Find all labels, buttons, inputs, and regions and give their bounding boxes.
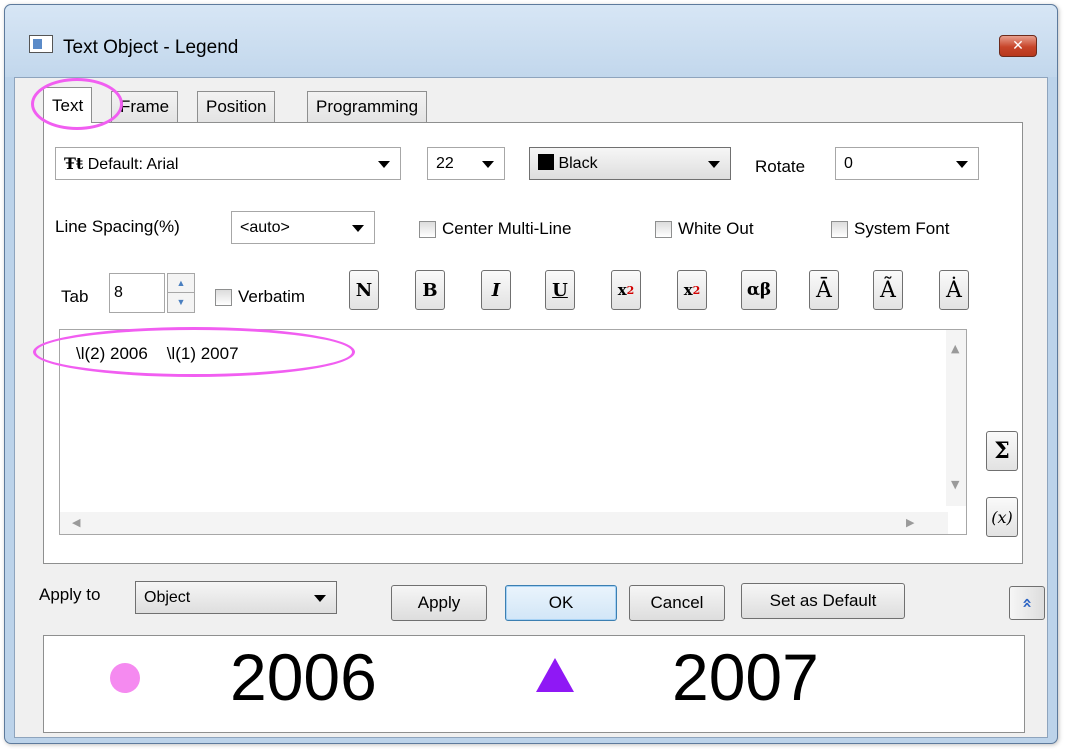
bold-icon: B	[422, 279, 438, 301]
chevron-double-up-icon: »	[1017, 597, 1037, 609]
chevron-down-icon	[314, 595, 326, 602]
center-multiline-label: Center Multi-Line	[442, 219, 572, 238]
title-bar[interactable]: Text Object - Legend ✕	[5, 5, 1057, 77]
subscript-button[interactable]: x2	[677, 270, 707, 310]
legend-preview: 2006 2007	[43, 635, 1025, 733]
spinner-up-icon[interactable]: ▲	[168, 274, 194, 293]
normal-button[interactable]: N	[349, 270, 379, 310]
ok-button[interactable]: OK	[505, 585, 617, 621]
chevron-down-icon	[378, 161, 390, 168]
italic-icon: I	[491, 279, 501, 301]
line-spacing-select[interactable]: <auto>	[231, 211, 375, 244]
cancel-button[interactable]: Cancel	[629, 585, 725, 621]
font-tt-icon: Ŧŧ	[64, 154, 84, 173]
white-out-checkbox[interactable]: White Out	[655, 219, 754, 239]
spinner-down-icon[interactable]: ▼	[168, 293, 194, 312]
text-editor[interactable]: \l(2) 2006 \l(1) 2007 ▲ ▼ ◀ ▶	[59, 329, 967, 535]
chevron-down-icon	[482, 161, 494, 168]
tab-text[interactable]: Text	[43, 87, 93, 123]
greek-button[interactable]: αβ	[741, 270, 777, 310]
tab-value: 8	[114, 284, 123, 301]
set-as-default-button[interactable]: Set as Default	[741, 583, 905, 619]
system-font-label: System Font	[854, 219, 950, 238]
scroll-left-icon[interactable]: ◀	[72, 516, 80, 529]
line-spacing-label: Line Spacing(%)	[55, 217, 180, 236]
chevron-down-icon	[708, 161, 720, 168]
scroll-down-icon[interactable]: ▼	[951, 478, 959, 491]
window-title: Text Object - Legend	[63, 37, 239, 58]
superscript-button[interactable]: x2	[611, 270, 641, 310]
chevron-down-icon	[956, 161, 968, 168]
rotate-value: 0	[844, 155, 853, 172]
triangle-symbol-icon	[536, 658, 574, 692]
size-value: 22	[436, 155, 454, 172]
underline-icon: U	[552, 279, 568, 301]
italic-button[interactable]: I	[481, 270, 511, 310]
font-select[interactable]: Ŧŧ Default: Arial	[55, 147, 401, 180]
line-spacing-value: <auto>	[240, 219, 290, 236]
tab-label: Tab	[61, 287, 89, 306]
overbar-icon: Ā	[816, 277, 832, 303]
legend-label-2007: 2007	[672, 640, 819, 714]
rotate-select[interactable]: 0	[835, 147, 979, 180]
tilde-icon: Ã	[880, 277, 896, 303]
subscript-icon: x	[683, 281, 693, 299]
collapse-button[interactable]: »	[1009, 586, 1045, 620]
white-out-label: White Out	[678, 219, 754, 238]
close-button[interactable]: ✕	[999, 35, 1037, 57]
underline-button[interactable]: U	[545, 270, 575, 310]
dot-icon: Ȧ	[946, 277, 962, 303]
app-icon	[29, 35, 53, 53]
close-icon: ✕	[1012, 38, 1024, 54]
legend-label-2006: 2006	[230, 640, 377, 714]
rotate-label: Rotate	[755, 157, 806, 176]
color-select[interactable]: Black	[529, 147, 731, 180]
color-value: Black	[558, 155, 598, 172]
apply-to-select[interactable]: Object	[135, 581, 337, 614]
superscript-mark: 2	[626, 283, 635, 297]
greek-icon: αβ	[746, 280, 772, 300]
chevron-down-icon	[352, 225, 364, 232]
checkbox-box[interactable]	[419, 220, 436, 238]
tab-position[interactable]: Position	[197, 91, 276, 122]
subscript-mark: 2	[692, 283, 701, 297]
normal-icon: N	[355, 279, 373, 301]
scroll-right-icon[interactable]: ▶	[906, 516, 914, 529]
superscript-icon: x	[617, 281, 627, 299]
overbar-button[interactable]: Ā	[809, 270, 839, 310]
color-swatch	[538, 154, 554, 170]
circle-symbol-icon	[110, 663, 140, 693]
checkbox-box[interactable]	[831, 220, 848, 238]
system-font-checkbox[interactable]: System Font	[831, 219, 949, 239]
dot-button[interactable]: Ȧ	[939, 270, 969, 310]
sigma-button[interactable]: Σ	[986, 431, 1018, 471]
tab-programming[interactable]: Programming	[307, 91, 428, 122]
size-select[interactable]: 22	[427, 147, 505, 180]
apply-to-value: Object	[144, 589, 191, 606]
center-multiline-checkbox[interactable]: Center Multi-Line	[419, 219, 571, 239]
font-value: Default: Arial	[87, 156, 179, 173]
apply-to-label: Apply to	[39, 585, 101, 604]
checkbox-box[interactable]	[215, 288, 232, 306]
verbatim-checkbox[interactable]: Verbatim	[215, 287, 305, 307]
verbatim-label: Verbatim	[238, 287, 306, 306]
checkbox-box[interactable]	[655, 220, 672, 238]
tilde-button[interactable]: Ã	[873, 270, 903, 310]
tab-spinner-input[interactable]: 8	[109, 273, 165, 313]
editor-content[interactable]: \l(2) 2006 \l(1) 2007	[76, 344, 239, 364]
bold-button[interactable]: B	[415, 270, 445, 310]
scroll-up-icon[interactable]: ▲	[951, 342, 959, 355]
tab-frame[interactable]: Frame	[111, 91, 179, 122]
sigma-icon: Σ	[994, 438, 1010, 464]
dialog-window: Text Object - Legend ✕ Text Frame Positi…	[4, 4, 1058, 744]
vertical-scrollbar[interactable]: ▲ ▼	[946, 330, 966, 506]
tab-spinner[interactable]: ▲ ▼	[167, 273, 195, 313]
variable-button[interactable]: (x)	[986, 497, 1018, 537]
apply-button[interactable]: Apply	[391, 585, 487, 621]
horizontal-scrollbar[interactable]: ◀ ▶	[60, 512, 948, 534]
variable-icon: (x)	[991, 507, 1013, 527]
